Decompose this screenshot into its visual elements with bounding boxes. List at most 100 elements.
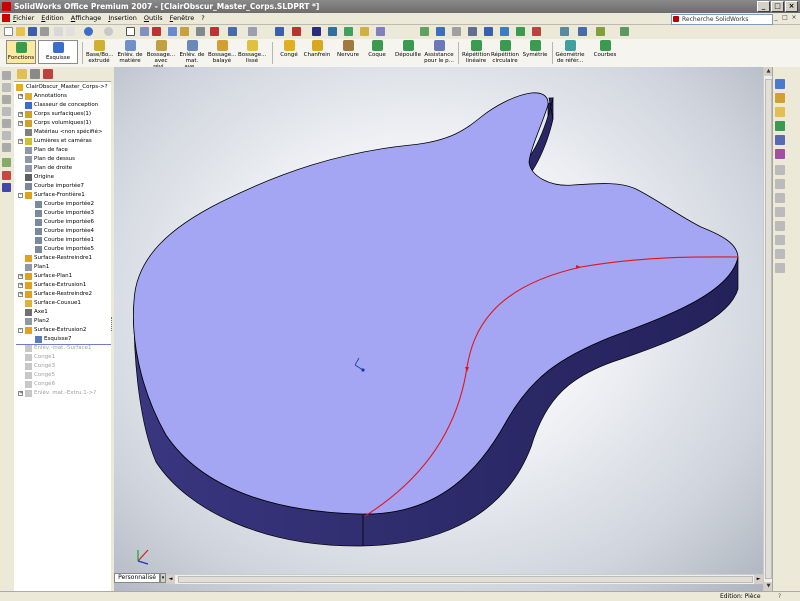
- linear-pattern-button[interactable]: Répétition linéaire: [462, 40, 490, 64]
- task-tool-icon[interactable]: [775, 235, 785, 245]
- arc-icon[interactable]: [2, 131, 11, 140]
- maximize-button[interactable]: □: [771, 1, 784, 12]
- swept-boss-button[interactable]: Bossage... balayé: [208, 40, 236, 64]
- copy-icon[interactable]: [66, 27, 75, 36]
- hole-wizard-button[interactable]: Assistance pour le p...: [424, 40, 454, 64]
- tab-features[interactable]: Fonctions: [6, 40, 36, 64]
- traffic-light-icon[interactable]: [152, 27, 161, 36]
- redo-icon[interactable]: [104, 27, 113, 36]
- open-folder-icon[interactable]: [16, 27, 25, 36]
- spline-icon[interactable]: [2, 143, 11, 152]
- menu-fichier[interactable]: Fichier: [13, 13, 34, 24]
- addins-icon[interactable]: [620, 27, 629, 36]
- task-tool-icon[interactable]: [775, 249, 785, 259]
- appearance-icon[interactable]: [328, 27, 337, 36]
- menu-help[interactable]: ?: [201, 13, 204, 24]
- curves-button[interactable]: Courbes: [592, 40, 618, 58]
- expand-icon[interactable]: +: [18, 283, 23, 288]
- design-library-icon[interactable]: [775, 93, 785, 103]
- hide-show-icon[interactable]: [292, 27, 301, 36]
- search-pane-icon[interactable]: [775, 121, 785, 131]
- new-document-icon[interactable]: [4, 27, 13, 36]
- zoom-icon[interactable]: [196, 27, 205, 36]
- guitar-body-model[interactable]: [111, 67, 763, 591]
- expand-icon[interactable]: +: [18, 112, 23, 117]
- task-tool-icon[interactable]: [775, 207, 785, 217]
- expand-icon[interactable]: +: [18, 292, 23, 297]
- measure-icon[interactable]: [484, 27, 493, 36]
- lofted-boss-button[interactable]: Bossage... lissé: [238, 40, 266, 64]
- horizontal-scroll-thumb[interactable]: [178, 576, 753, 583]
- display-style-icon[interactable]: [248, 27, 257, 36]
- expand-icon[interactable]: +: [18, 274, 23, 279]
- horizontal-scrollbar[interactable]: ◄ ►: [166, 574, 763, 584]
- view-palette-icon[interactable]: [775, 135, 785, 145]
- collapse-icon[interactable]: -: [18, 328, 23, 333]
- collapse-icon[interactable]: -: [18, 193, 23, 198]
- photoworks-icon[interactable]: [468, 27, 477, 36]
- close-button[interactable]: ×: [785, 1, 798, 12]
- circular-pattern-button[interactable]: Répétition circulaire: [490, 40, 520, 64]
- toolbox-icon[interactable]: [436, 27, 445, 36]
- file-properties-icon[interactable]: [180, 27, 189, 36]
- reference-geometry-button[interactable]: Géométrie de référ...: [555, 40, 585, 64]
- chamfer-button[interactable]: Chanfrein: [303, 40, 331, 58]
- mirror-button[interactable]: Symétrie: [522, 40, 548, 58]
- task-tool-icon[interactable]: [775, 165, 785, 175]
- check-icon[interactable]: [516, 27, 525, 36]
- select-pointer-icon[interactable]: [126, 27, 135, 36]
- draft-button[interactable]: Dépouille: [394, 40, 422, 58]
- expand-icon[interactable]: +: [18, 94, 23, 99]
- macro-icon[interactable]: [420, 27, 429, 36]
- reference-triad[interactable]: [132, 545, 152, 569]
- menu-affichage[interactable]: Affichage: [71, 13, 102, 24]
- revolved-boss-button[interactable]: Bossage... avec révi...: [146, 40, 176, 70]
- appearances-icon[interactable]: [775, 149, 785, 159]
- expand-icon[interactable]: +: [18, 391, 23, 396]
- print-icon[interactable]: [40, 27, 49, 36]
- propertymanager-tab-icon[interactable]: [30, 69, 40, 79]
- undo-icon[interactable]: [84, 27, 93, 36]
- mass-properties-icon[interactable]: [500, 27, 509, 36]
- scene-icon[interactable]: [344, 27, 353, 36]
- doc-close-button[interactable]: ×: [790, 14, 798, 22]
- zebra-icon[interactable]: [578, 27, 587, 36]
- rectangle-icon[interactable]: [2, 107, 11, 116]
- options-icon[interactable]: [168, 27, 177, 36]
- analysis-icon[interactable]: [532, 27, 541, 36]
- solidworks-search-input[interactable]: Recherche SolidWorks: [671, 14, 773, 25]
- cut-icon[interactable]: [54, 27, 63, 36]
- shell-button[interactable]: Coque: [366, 40, 388, 58]
- line-icon[interactable]: [2, 95, 11, 104]
- minimize-button[interactable]: _: [757, 1, 770, 12]
- shaded-icon[interactable]: [312, 27, 321, 36]
- 3d-view-icon[interactable]: [210, 27, 219, 36]
- solidworks-resources-icon[interactable]: [775, 79, 785, 89]
- rib-button[interactable]: Nervure: [336, 40, 360, 58]
- vertical-scroll-thumb[interactable]: [765, 79, 772, 579]
- expand-icon[interactable]: +: [18, 139, 23, 144]
- expand-icon[interactable]: +: [18, 121, 23, 126]
- configurationmanager-tab-icon[interactable]: [43, 69, 53, 79]
- fillet-button[interactable]: Congé: [278, 40, 300, 58]
- file-explorer-icon[interactable]: [775, 107, 785, 117]
- menu-outils[interactable]: Outils: [144, 13, 163, 24]
- extruded-cut-button[interactable]: Enlèv. de matière ...: [116, 40, 144, 70]
- save-icon[interactable]: [28, 27, 37, 36]
- menu-insertion[interactable]: Insertion: [108, 13, 137, 24]
- convert-entities-icon[interactable]: [2, 171, 11, 180]
- circle-icon[interactable]: [2, 119, 11, 128]
- revolved-cut-button[interactable]: Enlèv. de mat. ave...: [178, 40, 206, 70]
- perspective-icon[interactable]: [376, 27, 385, 36]
- lighting-icon[interactable]: [360, 27, 369, 36]
- config-tab[interactable]: Personnalisé: [114, 573, 160, 583]
- doc-maximize-button[interactable]: □: [781, 14, 789, 22]
- sketch-tool-icon[interactable]: [2, 71, 11, 80]
- menu-fenetre[interactable]: Fenêtre: [170, 13, 195, 24]
- rebuild-icon[interactable]: [140, 27, 149, 36]
- task-tool-icon[interactable]: [775, 263, 785, 273]
- curvature-icon[interactable]: [560, 27, 569, 36]
- section-view-icon[interactable]: [275, 27, 284, 36]
- tab-sketch[interactable]: Esquisse: [38, 40, 78, 64]
- doc-minimize-button[interactable]: _: [772, 14, 780, 22]
